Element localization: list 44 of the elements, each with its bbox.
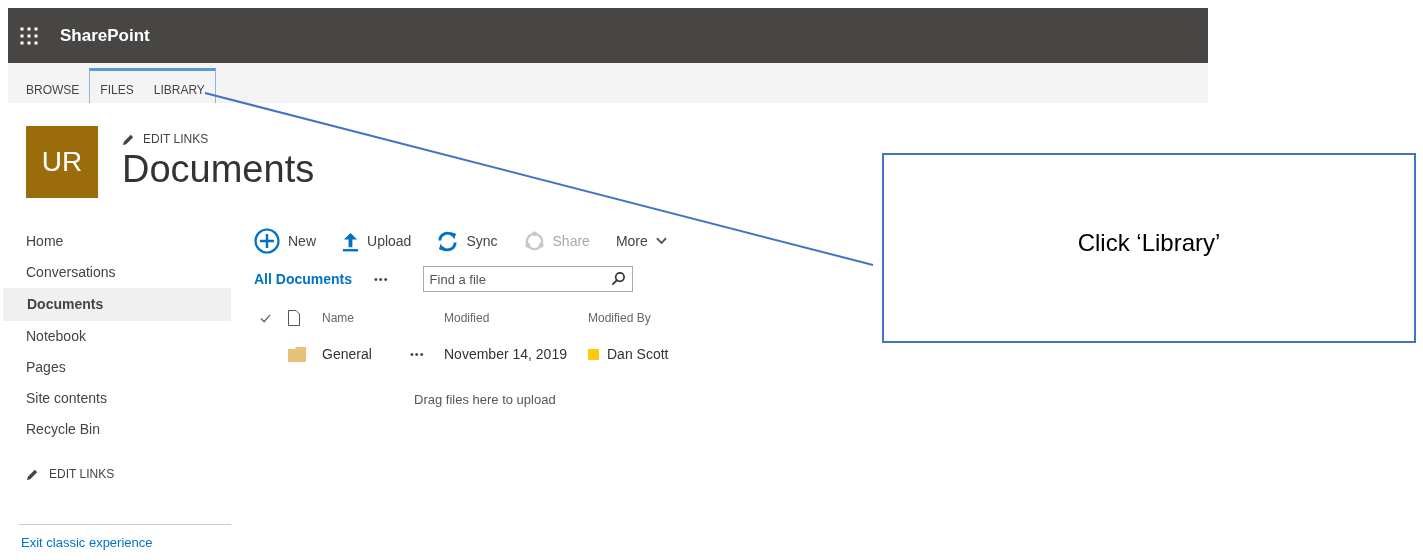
- nav-item[interactable]: Conversations: [3, 257, 231, 288]
- site-logo[interactable]: UR: [26, 126, 98, 198]
- callout-text: Click ‘Library’: [1077, 229, 1221, 258]
- nav-item[interactable]: Recycle Bin: [3, 414, 231, 445]
- plus-circle-icon: [254, 228, 280, 254]
- table-cell-text: November 14, 2019: [444, 346, 568, 362]
- column-header[interactable]: Name: [322, 311, 410, 325]
- edit-links-link[interactable]: EDIT LINKS: [122, 132, 315, 146]
- ribbon-tab[interactable]: FILES: [90, 71, 144, 103]
- upload-button[interactable]: Upload: [342, 230, 412, 252]
- search-field[interactable]: Find a file: [422, 266, 633, 292]
- app-launcher-icon[interactable]: [20, 26, 38, 45]
- nav-item[interactable]: Notebook: [3, 321, 231, 352]
- file-name-link[interactable]: General: [322, 346, 410, 362]
- pencil-icon: [122, 132, 135, 146]
- page-title: Documents: [122, 148, 315, 191]
- view-link[interactable]: All Documents: [254, 271, 352, 287]
- share-icon: [523, 230, 545, 252]
- nav-item[interactable]: Site contents: [3, 383, 231, 414]
- search-icon: [610, 271, 626, 286]
- sync-icon: [437, 230, 459, 252]
- checkmark-icon[interactable]: [260, 313, 271, 323]
- ribbon-tab[interactable]: LIBRARY: [143, 71, 215, 103]
- edit-links-link[interactable]: EDIT LINKS: [26, 467, 231, 481]
- pencil-icon: [26, 467, 39, 481]
- document-icon: [288, 310, 300, 326]
- app-title[interactable]: SharePoint: [60, 25, 150, 46]
- new-button[interactable]: New: [254, 228, 316, 254]
- user-name[interactable]: Dan Scott: [607, 346, 669, 362]
- nav-item[interactable]: Home: [3, 226, 231, 257]
- sync-button[interactable]: Sync: [437, 230, 498, 252]
- upload-arrow-icon: [342, 230, 359, 252]
- nav-item[interactable]: Documents: [3, 288, 231, 321]
- folder-icon: [288, 346, 306, 362]
- drop-hint: Drag files here to upload: [414, 392, 557, 407]
- chevron-down-icon: [655, 237, 667, 245]
- column-header[interactable]: Modified: [444, 311, 588, 325]
- ribbon-tab[interactable]: BROWSE: [16, 71, 90, 103]
- more-button[interactable]: More: [615, 233, 667, 249]
- view-menu-button[interactable]: •••: [374, 273, 389, 285]
- column-header[interactable]: Modified By: [588, 311, 748, 325]
- exit-classic-link[interactable]: Exit classic experience: [21, 535, 153, 550]
- item-menu-button[interactable]: •••: [410, 348, 444, 360]
- nav-item[interactable]: Pages: [3, 352, 231, 383]
